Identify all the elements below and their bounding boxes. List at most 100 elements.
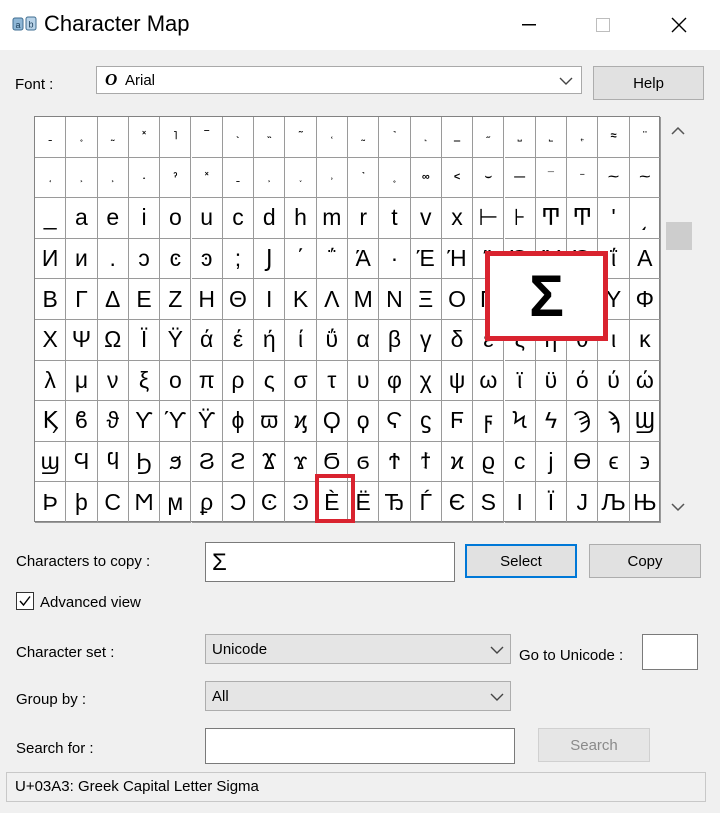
character-cell[interactable]: ϕ bbox=[222, 401, 255, 442]
character-cell[interactable]: ⊦ bbox=[504, 198, 536, 239]
character-cell[interactable]: ˿ bbox=[567, 117, 599, 158]
character-cell[interactable]: Η bbox=[191, 279, 223, 320]
character-cell[interactable]: ό bbox=[567, 360, 599, 402]
character-cell[interactable]: Ϸ bbox=[35, 482, 67, 523]
character-cell[interactable]: Ё bbox=[348, 482, 380, 523]
search-input[interactable] bbox=[205, 728, 515, 764]
character-cell[interactable]: γ bbox=[410, 320, 442, 361]
character-cell[interactable]: Ϗ bbox=[35, 401, 67, 442]
character-cell[interactable]: ˲ bbox=[254, 157, 286, 199]
character-cell[interactable]: ˷ bbox=[97, 117, 129, 158]
character-cell[interactable]: ˍ bbox=[222, 157, 255, 199]
character-cell[interactable]: Ϫ bbox=[254, 441, 286, 483]
character-cell[interactable]: ˷ bbox=[348, 117, 380, 158]
character-cell[interactable]: ο bbox=[160, 360, 192, 402]
character-cell[interactable]: ˀ bbox=[160, 157, 192, 199]
character-cell[interactable]: i bbox=[128, 198, 161, 239]
character-cell[interactable]: Ϧ bbox=[128, 441, 161, 483]
character-cell[interactable]: ϔ bbox=[191, 401, 223, 442]
character-cell[interactable]: ˯ bbox=[285, 157, 317, 199]
character-cell[interactable]: ϧ bbox=[160, 441, 192, 483]
character-cell[interactable]: ς bbox=[254, 360, 286, 402]
character-cell[interactable]: r bbox=[348, 198, 380, 239]
character-cell[interactable]: ˳ bbox=[66, 117, 98, 158]
character-cell[interactable]: ύ bbox=[598, 360, 630, 402]
character-cell[interactable]: ϯ bbox=[410, 441, 442, 483]
character-cell[interactable]: ϼ bbox=[191, 482, 223, 523]
character-cell[interactable]: ϙ bbox=[348, 401, 380, 442]
character-cell[interactable]: v bbox=[410, 198, 442, 239]
character-cell[interactable]: Φ bbox=[629, 279, 661, 320]
scroll-up-icon[interactable] bbox=[671, 126, 685, 136]
character-cell[interactable]: d bbox=[254, 198, 286, 239]
character-cell[interactable]: Μ bbox=[348, 279, 380, 320]
character-cell[interactable]: h bbox=[285, 198, 317, 239]
character-cell[interactable]: έ bbox=[222, 320, 255, 361]
character-cell[interactable]: Ϲ bbox=[97, 482, 129, 523]
character-cell[interactable]: ϋ bbox=[535, 360, 568, 402]
character-cell[interactable]: λ bbox=[35, 360, 67, 402]
character-cell[interactable]: Ϊ bbox=[128, 320, 161, 361]
character-cell[interactable]: ˍ bbox=[35, 117, 67, 158]
character-cell[interactable]: Κ bbox=[285, 279, 317, 320]
character-cell[interactable]: Ά bbox=[348, 238, 380, 280]
character-cell[interactable]: ⊢ bbox=[473, 198, 505, 239]
character-cell[interactable]: ν bbox=[97, 360, 129, 402]
character-cell[interactable]: ϣ bbox=[35, 441, 67, 483]
character-cell[interactable]: Ψ bbox=[66, 320, 98, 361]
character-cell[interactable]: ϰ bbox=[441, 441, 474, 483]
group-by-dropdown[interactable]: All bbox=[205, 681, 511, 711]
scroll-down-icon[interactable] bbox=[671, 502, 685, 512]
character-cell[interactable]: ψ bbox=[441, 360, 474, 402]
character-cell[interactable]: ⌣ bbox=[473, 157, 505, 199]
character-cell[interactable]: ˳ bbox=[379, 157, 411, 199]
character-cell[interactable]: ϸ bbox=[66, 482, 98, 523]
character-cell[interactable]: Ϯ bbox=[379, 441, 411, 483]
character-cell[interactable]: ϵ bbox=[598, 441, 630, 483]
maximize-button[interactable] bbox=[580, 6, 626, 44]
character-cell[interactable]: — bbox=[504, 157, 536, 199]
character-cell[interactable]: Ν bbox=[379, 279, 411, 320]
character-cell[interactable]: φ bbox=[379, 360, 411, 402]
character-cell[interactable]: и bbox=[66, 238, 98, 280]
character-cell[interactable]: Ϳ bbox=[254, 238, 286, 280]
character-cell[interactable]: Ή bbox=[441, 238, 474, 280]
character-cell[interactable]: ΰ bbox=[316, 320, 348, 361]
character-cell[interactable]: β bbox=[379, 320, 411, 361]
character-cell[interactable]: Љ bbox=[598, 482, 630, 523]
character-cell[interactable]: ϥ bbox=[97, 441, 129, 483]
character-cell[interactable]: ⁓ bbox=[629, 157, 661, 199]
character-cell[interactable]: ˥ bbox=[160, 117, 192, 158]
copy-button[interactable]: Copy bbox=[589, 544, 701, 578]
character-cell[interactable]: ˟ bbox=[191, 157, 223, 199]
character-cell[interactable]: _ bbox=[35, 198, 67, 239]
character-cell[interactable]: ϡ bbox=[598, 401, 630, 442]
character-cell[interactable]: ϛ bbox=[410, 401, 442, 442]
character-cell[interactable]: Ϣ bbox=[629, 401, 661, 442]
character-cell[interactable]: δ bbox=[441, 320, 474, 361]
character-cell[interactable]: κ bbox=[629, 320, 661, 361]
character-cell[interactable]: ˓ bbox=[316, 117, 348, 158]
character-cell[interactable]: a bbox=[66, 198, 98, 239]
character-cell[interactable]: · bbox=[379, 238, 411, 280]
character-cell[interactable]: ¯ bbox=[535, 157, 568, 199]
character-cell[interactable]: ‾ bbox=[191, 117, 223, 158]
character-cell[interactable]: Њ bbox=[629, 482, 661, 523]
character-set-dropdown[interactable]: Unicode bbox=[205, 634, 511, 664]
advanced-view-checkbox[interactable] bbox=[16, 592, 34, 610]
character-cell[interactable]: ˲ bbox=[97, 157, 129, 199]
character-cell[interactable]: ϩ bbox=[222, 441, 255, 483]
character-cell[interactable]: ˖ bbox=[128, 157, 161, 199]
character-cell[interactable]: Ϥ bbox=[66, 441, 98, 483]
character-cell[interactable]: x bbox=[441, 198, 474, 239]
character-cell[interactable]: ˜ bbox=[285, 117, 317, 158]
character-cell[interactable]: ώ bbox=[629, 360, 661, 402]
character-cell[interactable]: ϱ bbox=[473, 441, 505, 483]
character-cell[interactable]: ϟ bbox=[535, 401, 568, 442]
character-cell[interactable]: Γ bbox=[66, 279, 98, 320]
minimize-button[interactable] bbox=[506, 6, 552, 44]
character-cell[interactable]: Ͳ bbox=[567, 198, 599, 239]
character-cell[interactable]: Ј bbox=[567, 482, 599, 523]
character-cell[interactable]: ͻ bbox=[128, 238, 161, 280]
character-cell[interactable]: ϲ bbox=[504, 441, 536, 483]
